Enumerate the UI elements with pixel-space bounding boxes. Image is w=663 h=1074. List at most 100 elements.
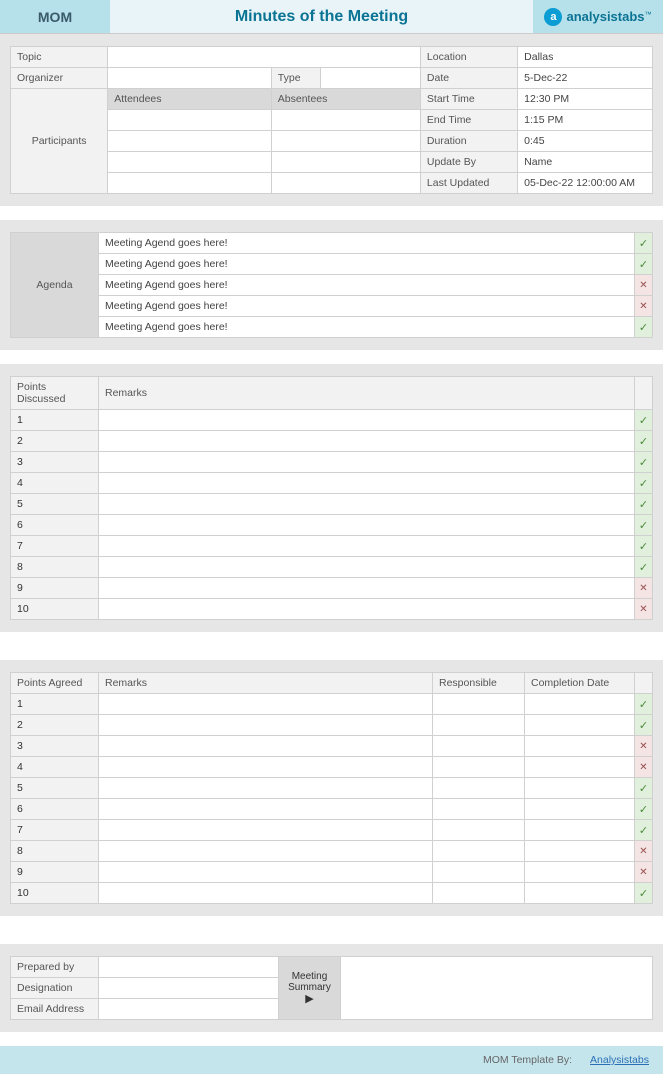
end-time-value[interactable]: 1:15 PM [518,110,653,131]
pa-row-num: 8 [11,841,99,862]
attendee-cell[interactable] [108,152,272,173]
pd-remarks-cell[interactable] [99,515,635,536]
topic-value[interactable] [108,47,421,68]
start-time-value[interactable]: 12:30 PM [518,89,653,110]
pd-remarks-cell[interactable] [99,473,635,494]
date-label: Date [420,68,517,89]
meeting-summary-value[interactable] [341,957,653,1020]
absentee-cell[interactable] [271,110,420,131]
pa-row-num: 9 [11,862,99,883]
check-icon: ✓ [635,431,653,452]
check-icon: ✓ [635,694,653,715]
organizer-value[interactable] [108,68,272,89]
pd-remarks-cell[interactable] [99,599,635,620]
pa-header-resp: Responsible [433,673,525,694]
pa-date-cell[interactable] [525,799,635,820]
pa-remarks-cell[interactable] [99,820,433,841]
pa-remarks-cell[interactable] [99,778,433,799]
pa-responsible-cell[interactable] [433,862,525,883]
pa-responsible-cell[interactable] [433,841,525,862]
pa-row-num: 10 [11,883,99,904]
pa-responsible-cell[interactable] [433,778,525,799]
email-label: Email Address [11,999,99,1020]
update-by-value[interactable]: Name [518,152,653,173]
pa-remarks-cell[interactable] [99,736,433,757]
location-value[interactable]: Dallas [518,47,653,68]
pa-row-num: 4 [11,757,99,778]
topic-label: Topic [11,47,108,68]
pa-remarks-cell[interactable] [99,883,433,904]
attendee-cell[interactable] [108,110,272,131]
pa-remarks-cell[interactable] [99,715,433,736]
absentee-cell[interactable] [271,152,420,173]
arrow-right-icon[interactable]: ▶ [285,993,334,1005]
pa-responsible-cell[interactable] [433,757,525,778]
pd-remarks-cell[interactable] [99,578,635,599]
pa-date-cell[interactable] [525,841,635,862]
pa-remarks-cell[interactable] [99,862,433,883]
pa-date-cell[interactable] [525,715,635,736]
agenda-item[interactable]: Meeting Agend goes here! [99,275,635,296]
designation-value[interactable] [99,978,279,999]
type-value[interactable] [321,68,420,89]
pd-header-status [635,377,653,410]
pa-date-cell[interactable] [525,757,635,778]
date-value[interactable]: 5-Dec-22 [518,68,653,89]
pa-date-cell[interactable] [525,862,635,883]
agenda-item[interactable]: Meeting Agend goes here! [99,233,635,254]
pd-remarks-cell[interactable] [99,557,635,578]
pa-responsible-cell[interactable] [433,820,525,841]
pa-responsible-cell[interactable] [433,736,525,757]
check-icon: ✓ [635,410,653,431]
info-section: Topic Location Dallas Organizer Type Dat… [0,34,663,206]
pd-row-num: 4 [11,473,99,494]
cross-icon: ✕ [635,841,653,862]
last-updated-value[interactable]: 05-Dec-22 12:00:00 AM [518,173,653,194]
pd-remarks-cell[interactable] [99,452,635,473]
last-updated-label: Last Updated [420,173,517,194]
duration-label: Duration [420,131,517,152]
pa-date-cell[interactable] [525,778,635,799]
location-label: Location [420,47,517,68]
pa-remarks-cell[interactable] [99,841,433,862]
points-agreed-section: Points Agreed Remarks Responsible Comple… [0,660,663,916]
pa-row-num: 1 [11,694,99,715]
pa-date-cell[interactable] [525,694,635,715]
agenda-item[interactable]: Meeting Agend goes here! [99,296,635,317]
info-table: Topic Location Dallas Organizer Type Dat… [10,46,653,194]
summary-section: Prepared by Meeting Summary ▶ Designatio… [0,944,663,1032]
agenda-item[interactable]: Meeting Agend goes here! [99,254,635,275]
pa-responsible-cell[interactable] [433,883,525,904]
points-discussed-section: Points Discussed Remarks 1✓2✓3✓4✓5✓6✓7✓8… [0,364,663,632]
pa-responsible-cell[interactable] [433,799,525,820]
pa-responsible-cell[interactable] [433,715,525,736]
pd-remarks-cell[interactable] [99,431,635,452]
footer-link[interactable]: Analysistabs [590,1054,649,1066]
absentee-cell[interactable] [271,131,420,152]
prepared-by-value[interactable] [99,957,279,978]
email-value[interactable] [99,999,279,1020]
pa-remarks-cell[interactable] [99,694,433,715]
pd-remarks-cell[interactable] [99,410,635,431]
designation-label: Designation [11,978,99,999]
pa-date-cell[interactable] [525,736,635,757]
pd-remarks-cell[interactable] [99,494,635,515]
absentee-cell[interactable] [271,173,420,194]
pa-date-cell[interactable] [525,820,635,841]
pa-row-num: 2 [11,715,99,736]
check-icon: ✓ [635,452,653,473]
pd-remarks-cell[interactable] [99,536,635,557]
pa-remarks-cell[interactable] [99,757,433,778]
attendee-cell[interactable] [108,131,272,152]
attendee-cell[interactable] [108,173,272,194]
pa-responsible-cell[interactable] [433,694,525,715]
agenda-item[interactable]: Meeting Agend goes here! [99,317,635,338]
check-icon: ✓ [635,233,653,254]
check-icon: ✓ [635,536,653,557]
pa-header-remarks: Remarks [99,673,433,694]
pa-header-num: Points Agreed [11,673,99,694]
pa-row-num: 5 [11,778,99,799]
pa-date-cell[interactable] [525,883,635,904]
pa-remarks-cell[interactable] [99,799,433,820]
duration-value[interactable]: 0:45 [518,131,653,152]
